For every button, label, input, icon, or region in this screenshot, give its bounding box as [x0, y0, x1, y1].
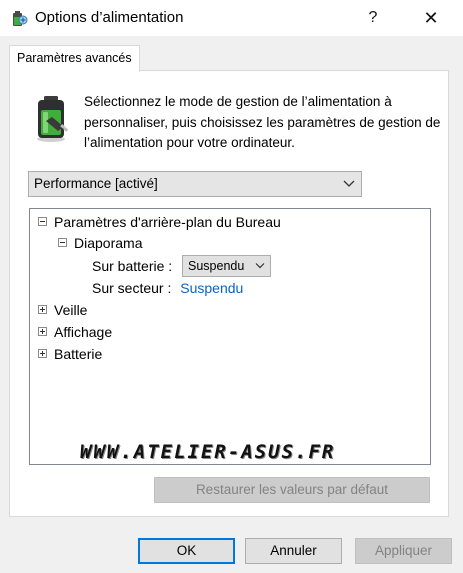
- watermark: WWW.ATELIER-ASUS.FR: [80, 441, 336, 463]
- power-plan-select[interactable]: Performance [activé]: [28, 171, 362, 197]
- expand-icon[interactable]: [38, 327, 47, 336]
- window-title: Options d’alimentation: [35, 9, 184, 26]
- power-options-dialog: Options d’alimentation ? ✕ Paramètres av…: [0, 0, 463, 573]
- chevron-down-icon: [343, 180, 355, 187]
- tree-item-label: Batterie: [54, 346, 103, 362]
- close-button[interactable]: ✕: [408, 0, 454, 36]
- apply-button[interactable]: Appliquer: [355, 538, 452, 564]
- collapse-icon[interactable]: [38, 217, 47, 226]
- on-battery-select[interactable]: Suspendu: [182, 255, 271, 277]
- ok-button[interactable]: OK: [138, 538, 235, 564]
- cancel-button[interactable]: Annuler: [245, 538, 342, 564]
- help-button[interactable]: ?: [350, 0, 396, 36]
- on-ac-value-link[interactable]: Suspendu: [180, 280, 243, 296]
- collapse-icon[interactable]: [58, 238, 67, 247]
- on-battery-label: Sur batterie :: [92, 258, 173, 274]
- tree-item-label: Diaporama: [74, 235, 143, 251]
- tree-item-label: Affichage: [54, 324, 113, 340]
- expand-icon[interactable]: [38, 349, 47, 358]
- expand-icon[interactable]: [38, 305, 47, 314]
- description-text: Sélectionnez le mode de gestion de l’ali…: [84, 94, 441, 150]
- on-battery-value: Suspendu: [188, 259, 245, 273]
- power-options-icon: [13, 11, 28, 26]
- tree-item-label: Paramètres d'arrière-plan du Bureau: [54, 214, 281, 230]
- tab-advanced-settings[interactable]: Paramètres avancés: [9, 45, 140, 72]
- battery-plug-icon: [37, 96, 69, 142]
- power-plan-value: Performance [activé]: [34, 176, 158, 191]
- restore-defaults-button[interactable]: Restaurer les valeurs par défaut: [154, 477, 430, 503]
- on-ac-label: Sur secteur :: [92, 280, 172, 296]
- title-bar: Options d’alimentation ? ✕: [0, 0, 463, 36]
- chevron-down-icon: [255, 263, 265, 269]
- tree-item-label: Veille: [54, 302, 88, 318]
- tree-item-on-battery: Sur batterie :: [92, 256, 172, 276]
- tree-item-on-ac: Sur secteur : Suspendu: [92, 278, 243, 298]
